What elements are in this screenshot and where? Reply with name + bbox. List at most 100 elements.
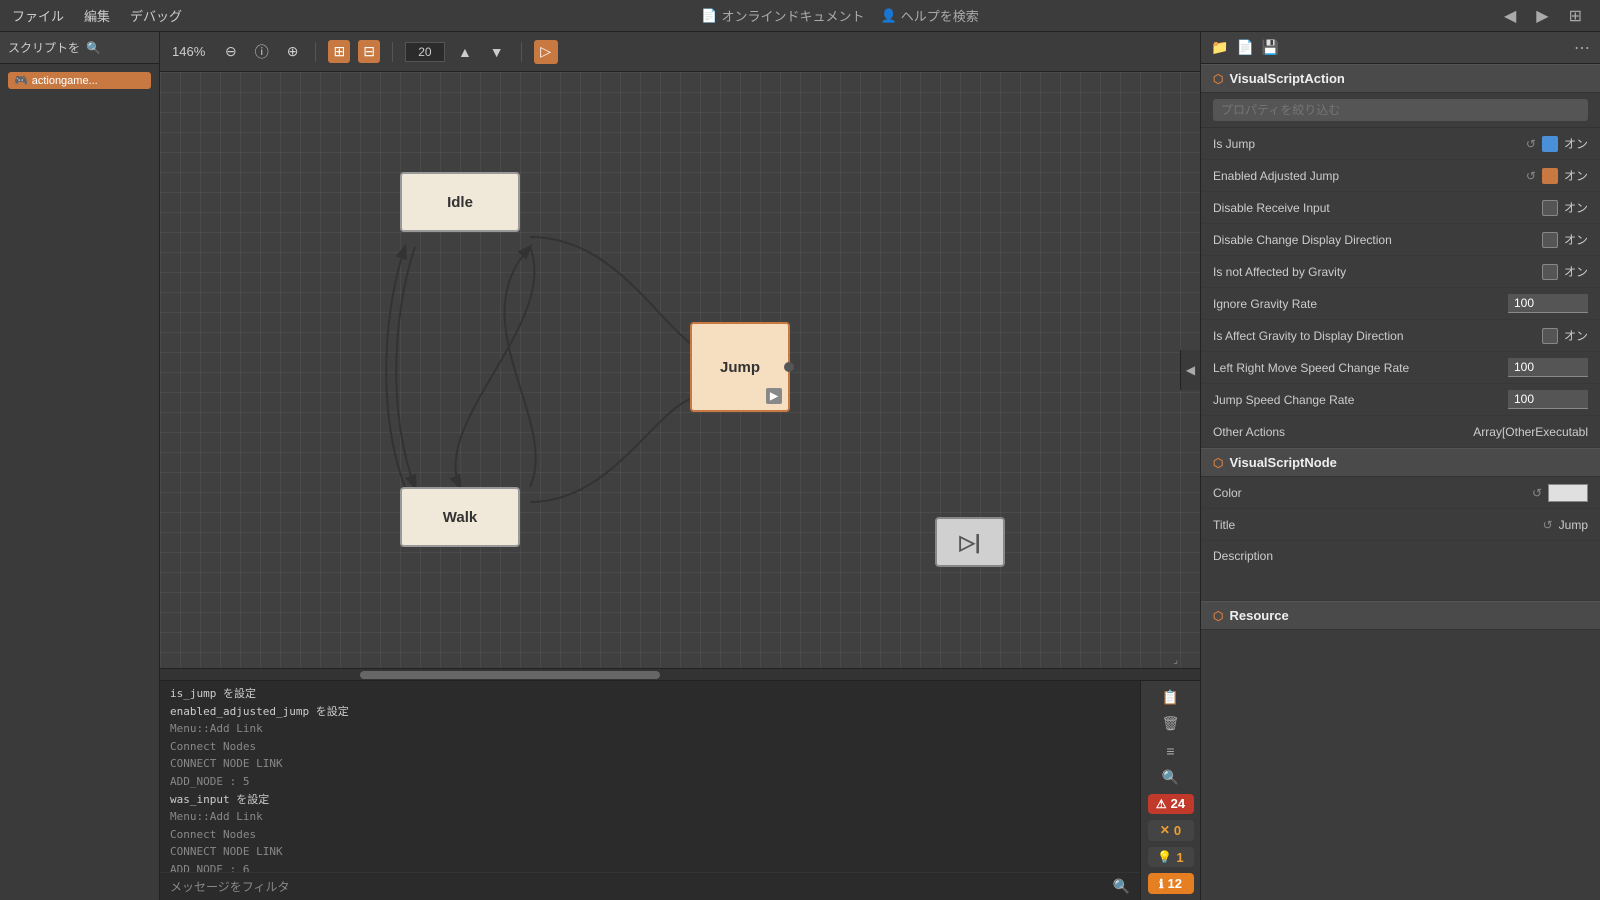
bottom-toolbar: 📋 🗑 ≡ 🔍 ⚠ 24 ✕ 0 💡 1 ℹ 12 — [1140, 681, 1200, 900]
prop-lr-move-speed-label: Left Right Move Speed Change Rate — [1213, 361, 1468, 375]
debug-badge[interactable]: ℹ 12 — [1148, 873, 1194, 894]
log-line: Menu::Add Link — [170, 808, 1130, 826]
toolbar-divider-1 — [315, 42, 316, 62]
clear-log-button[interactable]: 🗑 — [1153, 714, 1189, 735]
prop-ignore-gravity-rate: Ignore Gravity Rate — [1201, 288, 1600, 320]
color-picker[interactable] — [1548, 484, 1588, 502]
prop-ignore-gravity-rate-input[interactable] — [1508, 294, 1588, 313]
warning-badge[interactable]: ✕ 0 — [1148, 820, 1194, 841]
more-options-button[interactable]: ⋯ — [1574, 38, 1590, 58]
jump-output-port[interactable] — [784, 362, 794, 372]
prop-disable-receive-input-checkbox[interactable] — [1542, 200, 1558, 216]
prop-is-affect-gravity-display: Is Affect Gravity to Display Direction オ… — [1201, 320, 1600, 352]
zoom-in-button[interactable]: ⊕ — [282, 40, 304, 63]
prop-title-text: Jump — [1559, 518, 1588, 532]
jump-collapse-button[interactable]: ▶ — [766, 388, 782, 404]
prop-is-affect-gravity-display-checkbox[interactable] — [1542, 328, 1558, 344]
prop-jump-speed-change-rate-value — [1468, 390, 1588, 409]
grid-snap-button[interactable]: ⊞ — [328, 40, 350, 63]
prop-other-actions-label: Other Actions — [1213, 425, 1468, 439]
log-line: ADD_NODE : 5 — [170, 773, 1130, 791]
bottom-filter-bar: メッセージをフィルタ 🔍 — [160, 872, 1140, 900]
menu-debug[interactable]: デバッグ — [130, 6, 182, 25]
section-action-icon: ⬡ — [1213, 72, 1223, 86]
actiongame-tag[interactable]: 🎮 actiongame... — [8, 72, 151, 89]
script-header: スクリプトを 🔍 — [0, 32, 159, 64]
prop-disable-change-display-value: オン — [1468, 231, 1588, 248]
graph-toolbar: 146% ⊖ ⓘ ⊕ ⊞ ⊟ ▲ ▼ ▷ — [160, 32, 1200, 72]
prop-enabled-adjusted-jump-checkbox[interactable] — [1542, 168, 1558, 184]
filter-search-icon[interactable]: 🔍 — [1113, 878, 1130, 895]
filter-toggle-button[interactable]: ≡ — [1153, 740, 1189, 761]
right-topbar: 📁 📄 💾 ⋯ — [1201, 32, 1600, 64]
section-action-label: VisualScriptAction — [1229, 71, 1344, 86]
action-icon: ▷ — [540, 43, 551, 60]
node-jump[interactable]: Jump ▶ — [690, 322, 790, 412]
nav-forward-button[interactable]: ▶ — [1530, 4, 1554, 28]
prop-jump-speed-change-rate-label: Jump Speed Change Rate — [1213, 393, 1468, 407]
nav-back-button[interactable]: ◀ — [1498, 4, 1522, 28]
search-icon[interactable]: 🔍 — [86, 41, 101, 55]
layout-button[interactable]: ⊞ — [1563, 4, 1588, 28]
toolbar-divider-2 — [392, 42, 393, 62]
snap-down-button[interactable]: ▼ — [485, 41, 509, 63]
log-line: is_jump を設定 — [170, 685, 1130, 703]
search-log-button[interactable]: 🔍 — [1153, 767, 1189, 788]
resize-handle[interactable]: ⌟ — [1173, 655, 1178, 666]
file-icon[interactable]: 📄 — [1236, 39, 1253, 56]
visual-script-node-header: ⬡ VisualScriptNode — [1201, 448, 1600, 477]
grid-toggle-button[interactable]: ⊟ — [358, 40, 380, 63]
center-panel: 146% ⊖ ⓘ ⊕ ⊞ ⊟ ▲ ▼ ▷ — [160, 32, 1200, 900]
prop-color: Color ↺ — [1201, 477, 1600, 509]
log-line: Menu::Add Link — [170, 720, 1130, 738]
prop-disable-receive-input: Disable Receive Input オン — [1201, 192, 1600, 224]
snap-up-button[interactable]: ▲ — [453, 41, 477, 63]
canvas-hscroll[interactable] — [160, 668, 1200, 680]
prop-jump-speed-change-rate-input[interactable] — [1508, 390, 1588, 409]
prop-enabled-adjusted-jump-on: オン — [1564, 167, 1588, 184]
prop-enabled-adjusted-jump-label: Enabled Adjusted Jump — [1213, 169, 1468, 183]
snap-value-input[interactable] — [405, 42, 445, 62]
prop-is-jump-reset[interactable]: ↺ — [1526, 137, 1536, 151]
error-badge[interactable]: ⚠ 24 — [1148, 794, 1194, 815]
copy-log-button[interactable]: 📋 — [1153, 687, 1189, 708]
collapse-side-button[interactable]: ◀ — [1180, 350, 1200, 390]
node-idle[interactable]: Idle — [400, 172, 520, 232]
prop-ignore-gravity-rate-label: Ignore Gravity Rate — [1213, 297, 1468, 311]
prop-title-label: Title — [1213, 518, 1468, 532]
help-search-link[interactable]: 👤 ヘルプを検索 — [881, 6, 979, 25]
visual-script-action-header: ⬡ VisualScriptAction — [1201, 64, 1600, 93]
zoom-level: 146% — [172, 44, 212, 59]
zoom-out-button[interactable]: ⊖ — [220, 40, 242, 63]
toolbar-divider-3 — [521, 42, 522, 62]
zoom-info-button[interactable]: ⓘ — [250, 39, 274, 65]
online-doc-link[interactable]: 📄 オンラインドキュメント — [701, 6, 864, 25]
prop-enabled-adjusted-jump-value: ↺ オン — [1468, 167, 1588, 184]
prop-disable-change-display-checkbox[interactable] — [1542, 232, 1558, 248]
prop-title-reset[interactable]: ↺ — [1543, 518, 1553, 532]
node-exec[interactable]: ▷| — [935, 517, 1005, 567]
debug-icon: ℹ — [1159, 877, 1164, 891]
prop-is-not-affected-gravity-checkbox[interactable] — [1542, 264, 1558, 280]
action-button[interactable]: ▷ — [534, 40, 558, 64]
right-panel: 📁 📄 💾 ⋯ ⬡ VisualScriptAction Is Jump ↺ オ… — [1200, 32, 1600, 900]
menu-edit[interactable]: 編集 — [84, 6, 110, 25]
hscroll-thumb[interactable] — [360, 671, 660, 679]
menu-file[interactable]: ファイル — [12, 6, 64, 25]
section-resource-label: Resource — [1229, 608, 1288, 623]
prop-lr-move-speed-input[interactable] — [1508, 358, 1588, 377]
prop-enabled-adjusted-jump-reset[interactable]: ↺ — [1526, 169, 1536, 183]
folder-icon[interactable]: 📁 — [1211, 39, 1228, 56]
prop-is-not-affected-gravity-value: オン — [1468, 263, 1588, 280]
prop-is-not-affected-gravity-on: オン — [1564, 263, 1588, 280]
graph-canvas[interactable]: Idle Walk Jump ▶ ▷| ◀ ⌟ — [160, 72, 1200, 668]
info-count: 1 — [1176, 850, 1183, 865]
prop-is-jump-checkbox[interactable] — [1542, 136, 1558, 152]
prop-color-label: Color — [1213, 486, 1468, 500]
prop-is-jump: Is Jump ↺ オン — [1201, 128, 1600, 160]
prop-color-reset[interactable]: ↺ — [1532, 486, 1542, 500]
property-filter-input[interactable] — [1213, 99, 1588, 121]
node-walk[interactable]: Walk — [400, 487, 520, 547]
save-icon[interactable]: 💾 — [1262, 39, 1279, 56]
info-badge[interactable]: 💡 1 — [1148, 847, 1194, 868]
